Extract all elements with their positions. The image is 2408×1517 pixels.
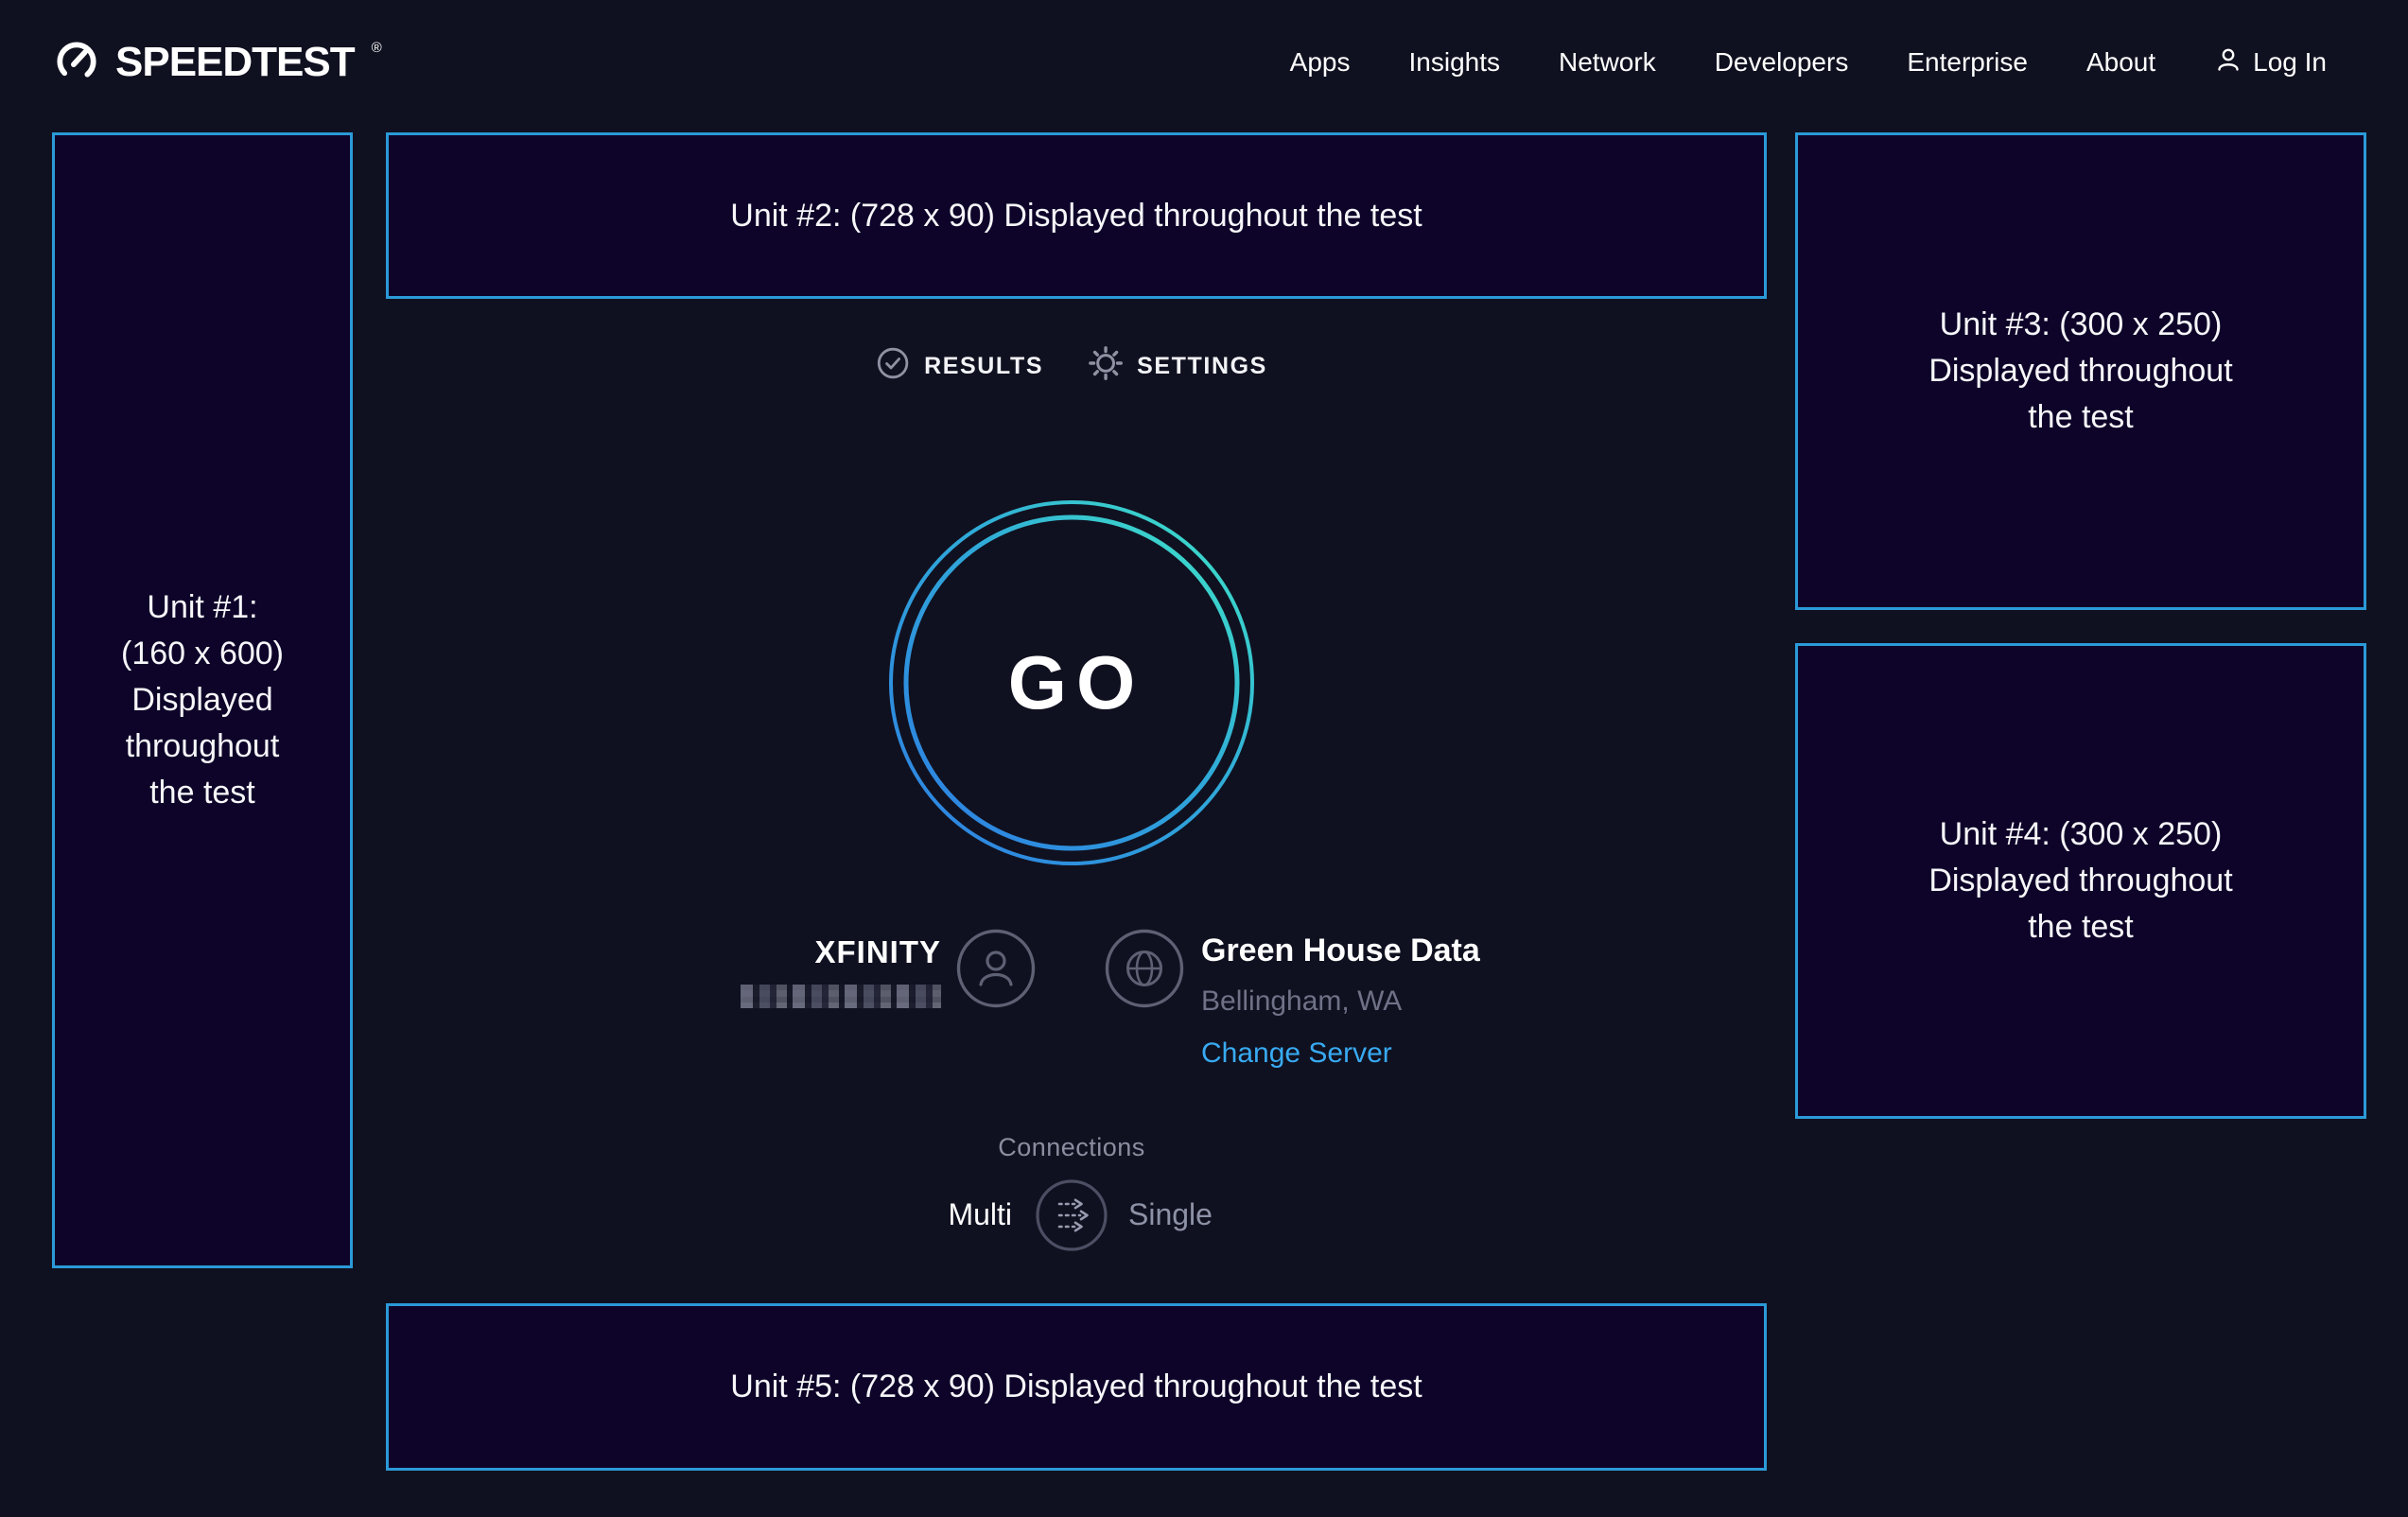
connections-toggle[interactable]: [1035, 1178, 1108, 1252]
nav-item-enterprise[interactable]: Enterprise: [1907, 47, 2028, 78]
nav-item-apps[interactable]: Apps: [1290, 47, 1351, 78]
isp-info: XFINITY: [741, 934, 941, 1008]
connections-multi-option[interactable]: Multi: [948, 1197, 1012, 1232]
ad-unit-1-label: Unit #1: (160 x 600) Displayed throughou…: [121, 584, 284, 816]
globe-icon: [1105, 929, 1184, 1008]
redacted-ip-blur: [741, 985, 941, 1008]
tab-results-label: RESULTS: [924, 353, 1043, 380]
tab-settings-label: SETTINGS: [1137, 353, 1267, 380]
logo-wordmark: SPEEDTEST: [115, 39, 355, 86]
ad-unit-3: Unit #3: (300 x 250) Displayed throughou…: [1795, 132, 2366, 610]
nav-item-insights[interactable]: Insights: [1409, 47, 1501, 78]
ad-unit-4-label: Unit #4: (300 x 250) Displayed throughou…: [1928, 811, 2232, 950]
main-nav: Apps Insights Network Developers Enterpr…: [1290, 45, 2327, 80]
connections-single-option[interactable]: Single: [1128, 1197, 1213, 1232]
ad-unit-2: Unit #2: (728 x 90) Displayed throughout…: [386, 132, 1767, 299]
user-icon: [2214, 45, 2242, 80]
login-label: Log In: [2253, 47, 2327, 78]
tab-settings[interactable]: SETTINGS: [1089, 346, 1267, 387]
server-location: Bellingham, WA: [1201, 985, 1480, 1018]
isp-name: XFINITY: [741, 934, 941, 970]
speedtest-logo[interactable]: SPEEDTEST ®: [53, 37, 380, 89]
ad-unit-1: Unit #1: (160 x 600) Displayed throughou…: [52, 132, 353, 1268]
tab-results[interactable]: RESULTS: [876, 346, 1043, 387]
go-label: GO: [887, 498, 1256, 867]
gear-icon: [1089, 346, 1123, 387]
isp-user-icon: [956, 929, 1036, 1008]
registered-mark: ®: [372, 40, 382, 56]
ad-unit-5-label: Unit #5: (728 x 90) Displayed throughout…: [730, 1364, 1422, 1410]
gauge-icon: [53, 37, 100, 89]
connections-title: Connections: [998, 1133, 1145, 1162]
tabs-bar: RESULTS SETTING: [876, 346, 1267, 387]
server-info: Green House Data Bellingham, WA Change S…: [1201, 933, 1480, 1070]
nav-item-network[interactable]: Network: [1559, 47, 1656, 78]
login-button[interactable]: Log In: [2214, 45, 2327, 80]
change-server-link[interactable]: Change Server: [1201, 1037, 1392, 1070]
check-circle-icon: [876, 346, 910, 387]
header: SPEEDTEST ® Apps Insights Network Develop…: [0, 0, 2408, 125]
ad-unit-2-label: Unit #2: (728 x 90) Displayed throughout…: [730, 193, 1422, 239]
ad-unit-4: Unit #4: (300 x 250) Displayed throughou…: [1795, 643, 2366, 1119]
ad-unit-3-label: Unit #3: (300 x 250) Displayed throughou…: [1928, 302, 2232, 441]
speedtest-page: SPEEDTEST ® Apps Insights Network Develop…: [0, 0, 2408, 1517]
nav-item-about[interactable]: About: [2086, 47, 2155, 78]
server-name: Green House Data: [1201, 933, 1480, 969]
go-button[interactable]: GO: [887, 498, 1256, 867]
nav-item-developers[interactable]: Developers: [1715, 47, 1849, 78]
ad-unit-5: Unit #5: (728 x 90) Displayed throughout…: [386, 1303, 1767, 1471]
